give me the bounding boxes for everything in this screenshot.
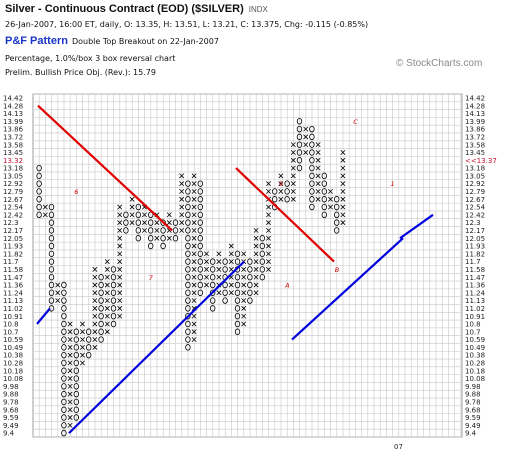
- y-tick-label-right: 9.88: [465, 391, 481, 399]
- last-price-label: <<13.37: [465, 157, 497, 165]
- y-tick-label-left: 9.4: [3, 430, 15, 438]
- y-tick-label-left: 9.59: [3, 414, 19, 422]
- y-tick-label-left: 13.72: [3, 133, 23, 141]
- y-tick-label-left: 13.99: [3, 118, 23, 126]
- y-tick-label-right: 12.67: [465, 196, 485, 204]
- y-tick-label-right: 14.13: [465, 110, 485, 118]
- pf-chart: 14.42 14.4214.28 14.2814.13 14.1313.99 13.99…: [3, 93, 497, 451]
- y-tick-label-right: 10.08: [465, 375, 485, 383]
- y-tick-label-right: 10.18: [465, 367, 485, 375]
- y-tick-label-right: 11.02: [465, 305, 485, 313]
- y-tick-label-left: 10.7: [3, 328, 19, 336]
- y-tick-label-right: 11.13: [465, 297, 485, 305]
- month-marker: 9: [279, 180, 283, 188]
- y-tick-label-right: 12.54: [465, 204, 486, 212]
- y-tick-label-left: 12.42: [3, 211, 23, 219]
- y-tick-label-left: 9.68: [3, 406, 19, 414]
- y-tick-label-left: 13.58: [3, 141, 23, 149]
- y-tick-label-left: 11.13: [3, 297, 23, 305]
- y-tick-label-left: 10.8: [3, 321, 19, 329]
- y-tick-label-left: 11.47: [3, 274, 23, 282]
- y-tick-label-left: 12.05: [3, 235, 23, 243]
- y-tick-label-right: 13.58: [465, 141, 485, 149]
- y-tick-label-right: 12.17: [465, 227, 485, 235]
- y-tick-label-left: 12.17: [3, 227, 23, 235]
- month-marker: C: [353, 118, 358, 126]
- y-tick-label-right: 11.36: [465, 282, 486, 290]
- y-tick-label-left: 9.88: [3, 391, 19, 399]
- y-tick-label-right: 13.99: [465, 118, 485, 126]
- y-tick-label-left: 13.45: [3, 149, 23, 157]
- y-tick-label-left: 13.86: [3, 126, 24, 134]
- y-tick-label-right: 9.59: [465, 414, 481, 422]
- y-tick-label-right: 9.68: [465, 406, 481, 414]
- y-tick-label-right: 13.72: [465, 133, 485, 141]
- y-tick-label-right: 11.24: [465, 289, 486, 297]
- y-tick-label-right: 12.3: [465, 219, 481, 227]
- y-tick-label-right: 10.91: [465, 313, 485, 321]
- y-tick-label-left: 12.54: [3, 204, 24, 212]
- y-tick-label-right: 13.45: [465, 149, 485, 157]
- y-tick-label-right: 10.8: [465, 321, 481, 329]
- y-tick-label-left: 13.32: [3, 157, 23, 165]
- y-tick-label-left: 11.36: [3, 282, 24, 290]
- y-tick-label-right: 10.7: [465, 328, 481, 336]
- month-marker: 1: [391, 180, 395, 188]
- y-tick-label-left: 9.78: [3, 399, 19, 407]
- y-tick-label-right: 12.42: [465, 211, 485, 219]
- y-tick-label-right: 9.78: [465, 399, 481, 407]
- y-tick-label-right: 13.86: [465, 126, 486, 134]
- y-tick-label-left: 11.02: [3, 305, 23, 313]
- y-tick-label-right: 14.28: [465, 102, 485, 110]
- y-tick-label-left: 12.3: [3, 219, 19, 227]
- y-tick-label-left: 10.18: [3, 367, 23, 375]
- y-tick-label-left: 14.28: [3, 102, 23, 110]
- y-tick-label-left: 14.13: [3, 110, 23, 118]
- x-axis-label: 07: [394, 443, 403, 451]
- month-marker: B: [335, 266, 340, 274]
- month-marker: A: [284, 282, 289, 290]
- y-tick-label-left: 10.28: [3, 360, 23, 368]
- y-tick-label-right: 11.47: [465, 274, 485, 282]
- y-tick-label-right: 11.93: [465, 243, 485, 251]
- y-tick-label-right: 9.4: [465, 430, 477, 438]
- y-tick-label-left: 12.79: [3, 188, 23, 196]
- y-tick-label-right: 12.05: [465, 235, 485, 243]
- y-tick-label-left: 10.08: [3, 375, 23, 383]
- y-tick-label-left: 12.67: [3, 196, 23, 204]
- y-tick-label-right: 10.28: [465, 360, 485, 368]
- y-tick-label-left: 11.93: [3, 243, 23, 251]
- chart-grid: [32, 93, 463, 438]
- month-marker: 6: [74, 188, 78, 196]
- y-tick-label-left: 11.24: [3, 289, 24, 297]
- y-tick-label-right: 9.98: [465, 383, 481, 391]
- y-tick-label-left: 10.91: [3, 313, 23, 321]
- y-tick-label-right: 12.79: [465, 188, 485, 196]
- y-tick-label-left: 9.98: [3, 383, 19, 391]
